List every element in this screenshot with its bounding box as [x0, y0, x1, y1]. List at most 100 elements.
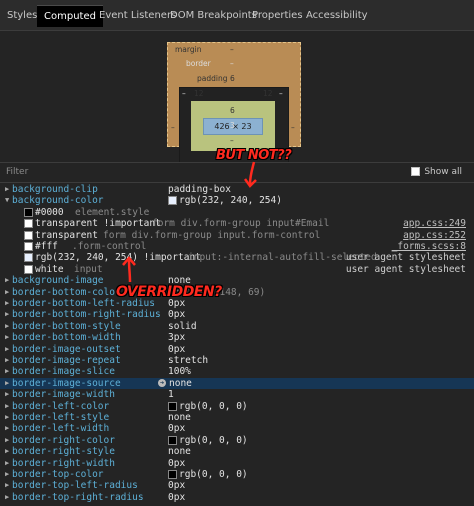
color-swatch[interactable] [24, 219, 33, 229]
tab-accessibility[interactable]: Accessibility [299, 5, 375, 26]
property-value: none [168, 446, 191, 458]
property-row[interactable]: ▶ border-bottom-left-radius 0px [0, 298, 474, 309]
goto-arrow-icon[interactable]: ➜ [158, 379, 166, 388]
property-row-selected[interactable]: ▶ border-image-source ➜ none [0, 377, 474, 390]
rule-selector: form div.form-group input.form-control [103, 229, 321, 241]
expand-triangle-icon[interactable]: ▶ [5, 298, 9, 309]
margin-top-value: – [230, 45, 234, 54]
property-row[interactable]: ▶ border-right-style none [0, 446, 474, 457]
expand-triangle-icon[interactable]: ▶ [5, 480, 9, 491]
expand-triangle-icon[interactable]: ▶ [5, 435, 9, 446]
expand-triangle-icon[interactable]: ▶ [5, 389, 9, 400]
color-swatch[interactable] [168, 196, 177, 206]
color-swatch[interactable] [24, 207, 33, 217]
expand-triangle-icon[interactable]: ▶ [5, 275, 9, 286]
property-name: border-left-color [12, 400, 110, 412]
padding-top-value: 6 [230, 74, 235, 83]
rule-source-link[interactable]: app.css:249 [403, 218, 466, 229]
rule-source: user agent stylesheet [345, 252, 466, 264]
expand-triangle-icon[interactable]: ▶ [5, 355, 9, 366]
property-value: 1 [168, 389, 174, 401]
property-name: border-image-repeat [12, 355, 121, 366]
rule-value: transparent !important [24, 218, 161, 229]
property-row[interactable]: ▼ background-color rgb(232, 240, 254) [0, 195, 474, 206]
property-name: background-clip [12, 184, 98, 195]
rule-selector: input [74, 263, 103, 275]
collapse-triangle-icon[interactable]: ▼ [5, 195, 9, 206]
property-value: padding-box [168, 184, 231, 195]
expand-triangle-icon[interactable]: ▶ [5, 344, 9, 355]
filter-input[interactable]: Filter [6, 167, 28, 177]
expand-triangle-icon[interactable]: ▶ [5, 492, 9, 503]
property-value-text: none [169, 377, 192, 389]
color-swatch[interactable] [168, 435, 177, 445]
property-name: border-right-color [12, 434, 115, 446]
color-swatch[interactable] [168, 470, 177, 479]
cascade-rule-row[interactable]: #0000 element.style [0, 207, 474, 218]
property-row[interactable]: ▶ border-image-outset 0px [0, 344, 474, 355]
property-row[interactable]: ▶ border-bottom-style solid [0, 321, 474, 332]
property-name: border-bottom-right-radius [12, 309, 161, 321]
expand-triangle-icon[interactable]: ▶ [5, 458, 9, 469]
expand-triangle-icon[interactable]: ▶ [5, 423, 9, 434]
property-name: border-image-width [12, 389, 115, 401]
property-row[interactable]: ▶ border-image-width 1 [0, 389, 474, 400]
property-value: 0px [168, 480, 186, 492]
expand-triangle-icon[interactable]: ▶ [5, 287, 9, 298]
expand-triangle-icon[interactable]: ▶ [5, 469, 9, 480]
property-name: border-right-style [12, 446, 115, 458]
expand-triangle-icon[interactable]: ▶ [5, 366, 9, 377]
show-all-toggle[interactable]: Show all [411, 167, 462, 177]
expand-triangle-icon[interactable]: ▶ [5, 401, 9, 412]
cascade-rule-row[interactable]: transparent form div.form-group input.fo… [0, 230, 474, 241]
border-right-value: – [279, 89, 283, 98]
property-row[interactable]: ▶ border-right-width 0px [0, 458, 474, 469]
expand-triangle-icon[interactable]: ▶ [5, 321, 9, 332]
expand-triangle-icon[interactable]: ▶ [5, 184, 9, 195]
color-swatch[interactable] [24, 242, 33, 251]
cascade-rule-row[interactable]: white input user agent stylesheet [0, 264, 474, 275]
property-name: border-image-slice [12, 366, 115, 378]
expand-triangle-icon[interactable]: ▶ [5, 446, 9, 457]
property-row[interactable]: ▶ border-right-color rgb(0, 0, 0) [0, 435, 474, 446]
property-row[interactable]: ▶ background-image none [0, 275, 474, 286]
show-all-checkbox[interactable] [411, 167, 421, 176]
property-row[interactable]: ▶ border-top-right-radius 0px [0, 492, 474, 503]
property-row[interactable]: ▶ border-top-left-radius 0px [0, 480, 474, 491]
annotation-overridden: OVERRIDDEN? [116, 284, 222, 300]
expand-triangle-icon[interactable]: ▶ [5, 309, 9, 320]
property-row[interactable]: ▶ border-image-repeat stretch [0, 355, 474, 366]
rule-value: #0000 [24, 207, 64, 218]
property-name: border-bottom-color [12, 286, 121, 298]
property-row[interactable]: ▶ border-left-color rgb(0, 0, 0) [0, 401, 474, 412]
border-label: border [186, 59, 211, 68]
property-row[interactable]: ▶ border-top-color rgb(0, 0, 0) [0, 469, 474, 480]
rule-selector: element.style [75, 206, 150, 218]
property-row[interactable]: ▶ border-bottom-width 3px [0, 332, 474, 343]
expand-triangle-icon[interactable]: ▶ [5, 412, 9, 423]
margin-right-value: – [291, 123, 295, 132]
color-swatch[interactable] [24, 264, 33, 274]
color-swatch[interactable] [24, 230, 33, 240]
property-row[interactable]: ▶ border-left-style none [0, 412, 474, 423]
property-row[interactable]: ▶ border-bottom-color rgb(204, 148, 69) [0, 287, 474, 298]
property-name: border-left-width [12, 423, 110, 435]
property-name: border-right-width [12, 457, 115, 469]
property-row[interactable]: ▶ border-image-slice 100% [0, 366, 474, 377]
cascade-rule-row[interactable]: #fff .form-control _forms.scss:8 [0, 241, 474, 252]
rule-source-link[interactable]: _forms.scss:8 [392, 241, 466, 252]
expand-triangle-icon[interactable]: ▶ [5, 378, 9, 389]
rule-value-text: #fff [35, 241, 58, 252]
rule-value: white [24, 264, 64, 275]
margin-left-value: – [171, 123, 175, 132]
cascade-rule-row[interactable]: rgb(232, 240, 254) !important input:-int… [0, 252, 474, 263]
cascade-rule-row[interactable]: transparent !important form div.form-gro… [0, 218, 474, 229]
color-swatch[interactable] [168, 401, 177, 411]
expand-triangle-icon[interactable]: ▶ [5, 332, 9, 343]
color-swatch[interactable] [24, 253, 33, 263]
property-row[interactable]: ▶ border-left-width 0px [0, 423, 474, 434]
property-name: border-bottom-width [12, 332, 121, 344]
rule-source-link[interactable]: app.css:252 [403, 230, 466, 241]
property-value: 0px [168, 457, 186, 469]
property-row[interactable]: ▶ border-bottom-right-radius 0px [0, 309, 474, 320]
